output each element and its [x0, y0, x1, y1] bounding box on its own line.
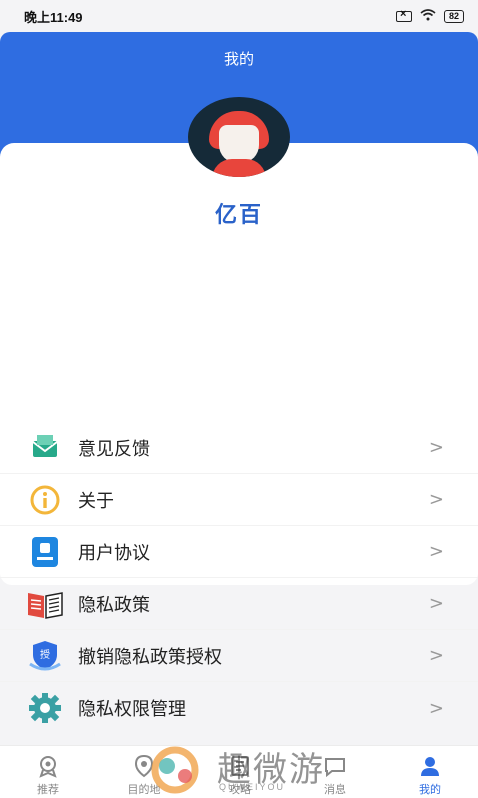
- menu-item-label: 用户协议: [78, 542, 150, 563]
- profile-icon: [418, 754, 442, 778]
- privacy-book-icon: [26, 588, 64, 620]
- info-icon: [26, 484, 64, 516]
- menu-item[interactable]: 意见反馈 >: [0, 422, 478, 474]
- chevron-right-icon: >: [428, 697, 444, 719]
- guide-icon: [228, 754, 252, 778]
- menu-item[interactable]: 隐私权限管理 >: [0, 682, 478, 734]
- nav-tab-label: 攻略: [229, 784, 251, 796]
- status-time: 晚上11:49: [24, 9, 83, 25]
- avatar-face: [219, 125, 259, 163]
- bottom-nav: 推荐 目的地 攻略 消息 我的: [0, 745, 478, 798]
- wifi-icon: [420, 8, 436, 24]
- silent-icon: [395, 8, 412, 22]
- nav-tab[interactable]: 攻略: [192, 746, 288, 798]
- feedback-mail-icon: [26, 432, 64, 464]
- nav-tab[interactable]: 消息: [287, 746, 383, 798]
- menu-item[interactable]: 关于 >: [0, 474, 478, 526]
- menu-item[interactable]: 用户协议 >: [0, 526, 478, 578]
- menu-item[interactable]: 授 撤销隐私政策授权 >: [0, 630, 478, 682]
- menu-item-label: 隐私政策: [78, 594, 150, 615]
- nav-tab[interactable]: 推荐: [0, 746, 96, 798]
- chevron-right-icon: >: [428, 593, 444, 614]
- nav-tab-label: 我的: [419, 784, 441, 796]
- svg-text:授: 授: [40, 648, 50, 661]
- menu-item-label: 撤销隐私政策授权: [78, 646, 222, 667]
- recommend-icon: [36, 754, 60, 778]
- nav-tab-label: 消息: [324, 784, 346, 796]
- nav-tab-label: 推荐: [37, 784, 59, 796]
- nav-tab-label: 目的地: [127, 784, 161, 796]
- battery-indicator: 82: [443, 9, 464, 23]
- avatar[interactable]: [188, 97, 290, 177]
- avatar-body: [212, 159, 266, 177]
- settings-gear-icon: [26, 692, 64, 724]
- page-title: 我的: [223, 51, 254, 68]
- menu-item-label: 隐私权限管理: [78, 699, 186, 719]
- menu-item-label: 意见反馈: [78, 438, 150, 459]
- menu-item[interactable]: 隐私政策 >: [0, 578, 478, 630]
- chevron-right-icon: >: [428, 541, 444, 562]
- message-icon: [323, 754, 347, 778]
- menu-list: 意见反馈 > 关于 > 用户协议 > 隐私政策 > 授 撤销隐私政策授权 > 隐私权限管理 >: [0, 422, 478, 734]
- chevron-right-icon: >: [428, 489, 444, 510]
- chevron-right-icon: >: [428, 645, 444, 666]
- chevron-right-icon: >: [428, 437, 444, 458]
- nav-tab[interactable]: 我的: [382, 746, 478, 798]
- username: 亿百: [214, 202, 263, 227]
- user-agreement-icon: [26, 536, 64, 568]
- nav-tab[interactable]: 目的地: [96, 746, 192, 798]
- status-bar: 晚上11:49 82: [0, 0, 478, 32]
- status-icons: 82: [395, 8, 464, 24]
- revoke-shield-icon: 授: [26, 640, 64, 672]
- menu-item-label: 关于: [78, 490, 114, 511]
- location-icon: [132, 754, 156, 778]
